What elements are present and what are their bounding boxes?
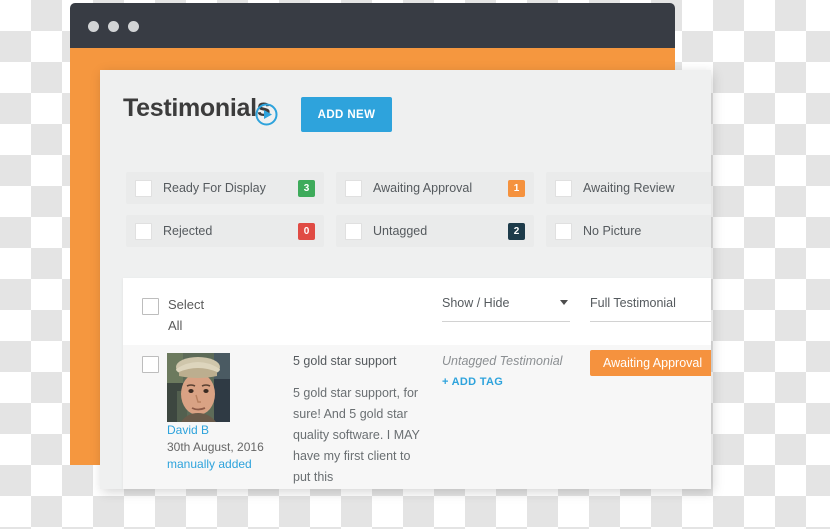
list-header: Select All Show / Hide Full Testimonial	[123, 278, 711, 345]
filter-count-badge: 1	[508, 179, 525, 197]
filter-rejected[interactable]: Rejected 0	[126, 215, 324, 247]
filter-ready-for-display[interactable]: Ready For Display 3	[126, 172, 324, 204]
window-controls	[88, 21, 139, 32]
add-new-button[interactable]: ADD NEW	[301, 97, 392, 132]
show-hide-dropdown[interactable]: Show / Hide	[442, 294, 570, 322]
filter-row-1: Ready For Display 3 Awaiting Approval 1 …	[126, 172, 711, 204]
filter-no-picture[interactable]: No Picture	[546, 215, 711, 247]
filter-label: Awaiting Review	[583, 181, 675, 195]
testimonial-list-panel: Select All Show / Hide Full Testimonial	[123, 278, 711, 489]
author-name-link[interactable]: David B	[167, 423, 209, 437]
filter-untagged[interactable]: Untagged 2	[336, 215, 534, 247]
show-hide-label: Show / Hide	[442, 296, 510, 310]
app-header: Testimonials ADD NEW	[100, 70, 711, 160]
filter-row-2: Rejected 0 Untagged 2 No Picture	[126, 215, 711, 247]
window-maximize-dot[interactable]	[128, 21, 139, 32]
window-minimize-dot[interactable]	[108, 21, 119, 32]
full-testimonial-label: Full Testimonial	[590, 296, 676, 310]
filter-checkbox[interactable]	[555, 222, 572, 240]
filter-label: Awaiting Approval	[373, 181, 473, 195]
testimonial-body: 5 gold star support, for sure! And 5 gol…	[293, 386, 420, 484]
play-circle-icon[interactable]	[255, 103, 278, 126]
add-tag-link[interactable]: + ADD TAG	[442, 376, 503, 388]
filter-checkbox[interactable]	[345, 222, 362, 240]
avatar	[167, 353, 230, 422]
chevron-down-icon	[560, 300, 568, 305]
select-all-checkbox[interactable]	[142, 298, 159, 315]
filter-grid: Ready For Display 3 Awaiting Approval 1 …	[126, 172, 711, 258]
filter-checkbox[interactable]	[135, 179, 152, 197]
status-badge: Awaiting Approval	[590, 350, 711, 376]
filter-checkbox[interactable]	[345, 179, 362, 197]
filter-label: Untagged	[373, 224, 428, 238]
filter-awaiting-review[interactable]: Awaiting Review	[546, 172, 711, 204]
filter-count-badge: 0	[298, 222, 315, 240]
page-title: Testimonials	[123, 94, 271, 122]
filter-count-badge: 3	[298, 179, 315, 197]
filter-label: Rejected	[163, 224, 213, 238]
full-testimonial-column-header[interactable]: Full Testimonial	[590, 294, 711, 322]
testimonial-source-link[interactable]: manually added	[167, 457, 252, 471]
filter-checkbox[interactable]	[555, 179, 572, 197]
filter-label: No Picture	[583, 224, 642, 238]
testimonial-title: 5 gold star support	[293, 354, 397, 368]
filter-label: Ready For Display	[163, 181, 266, 195]
table-row[interactable]: David B 30th August, 2016 manually added…	[123, 345, 711, 489]
filter-checkbox[interactable]	[135, 222, 152, 240]
row-checkbox[interactable]	[142, 356, 159, 373]
filter-awaiting-approval[interactable]: Awaiting Approval 1	[336, 172, 534, 204]
select-all-label: Select All	[168, 297, 205, 333]
testimonial-date: 30th August, 2016	[167, 440, 264, 454]
testimonial-tag-label: Untagged Testimonial	[442, 354, 563, 368]
window-close-dot[interactable]	[88, 21, 99, 32]
testimonials-app-card: Testimonials ADD NEW Ready For Display 3…	[100, 70, 711, 489]
browser-titlebar	[70, 3, 675, 48]
filter-count-badge: 2	[508, 222, 525, 240]
